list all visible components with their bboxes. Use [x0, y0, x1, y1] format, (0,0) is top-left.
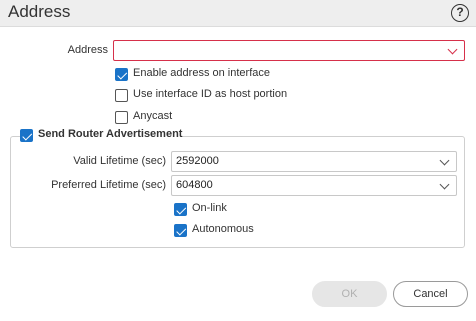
preferred-lifetime-value: 604800: [176, 179, 213, 191]
send-router-advertisement-option[interactable]: Send Router Advertisement: [20, 128, 183, 144]
dialog-header: Address ?: [0, 0, 476, 27]
valid-lifetime-value: 2592000: [176, 155, 219, 167]
address-dialog: Address ? Address Enable address on inte…: [0, 0, 476, 321]
chevron-down-icon[interactable]: [439, 179, 450, 190]
ok-button[interactable]: OK: [312, 281, 387, 307]
use-interface-id-option[interactable]: Use interface ID as host portion: [115, 88, 335, 104]
enable-address-checkbox[interactable]: [115, 68, 128, 81]
enable-address-label: Enable address on interface: [133, 67, 270, 79]
preferred-lifetime-select[interactable]: 604800: [171, 175, 457, 196]
valid-lifetime-label: Valid Lifetime (sec): [73, 155, 166, 167]
enable-address-option[interactable]: Enable address on interface: [115, 67, 315, 83]
cancel-button[interactable]: Cancel: [393, 281, 468, 307]
valid-lifetime-select[interactable]: 2592000: [171, 151, 457, 172]
anycast-checkbox[interactable]: [115, 111, 128, 124]
chevron-down-icon[interactable]: [439, 155, 450, 166]
address-select[interactable]: [113, 40, 465, 61]
anycast-label: Anycast: [133, 110, 173, 122]
send-router-advertisement-label: Send Router Advertisement: [38, 128, 183, 140]
send-router-advertisement-checkbox[interactable]: [20, 129, 33, 142]
dialog-title: Address: [8, 2, 71, 21]
use-interface-id-label: Use interface ID as host portion: [133, 88, 288, 100]
autonomous-option[interactable]: Autonomous: [174, 223, 284, 239]
preferred-lifetime-label: Preferred Lifetime (sec): [51, 179, 166, 191]
autonomous-checkbox[interactable]: [174, 224, 187, 237]
use-interface-id-checkbox[interactable]: [115, 89, 128, 102]
on-link-checkbox[interactable]: [174, 203, 187, 216]
anycast-option[interactable]: Anycast: [115, 110, 235, 126]
on-link-label: On-link: [192, 202, 227, 214]
help-icon[interactable]: ?: [451, 4, 469, 22]
on-link-option[interactable]: On-link: [174, 202, 274, 218]
address-label: Address: [67, 44, 108, 56]
chevron-down-icon[interactable]: [447, 44, 458, 55]
autonomous-label: Autonomous: [192, 223, 254, 235]
